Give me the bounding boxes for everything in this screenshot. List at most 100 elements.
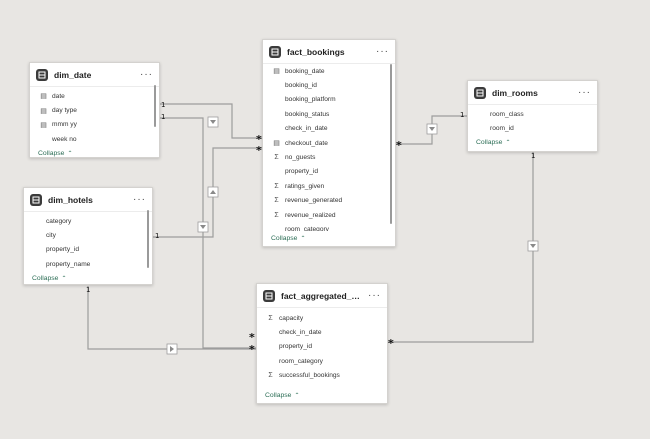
more-options-icon[interactable]: ··· bbox=[578, 87, 591, 98]
cardinality-many: * bbox=[396, 139, 402, 152]
table-header[interactable]: fact_aggregated_booki... ··· bbox=[257, 284, 387, 308]
field-name: room_id bbox=[490, 125, 514, 133]
field-name: city bbox=[46, 232, 56, 240]
scrollbar[interactable] bbox=[154, 85, 156, 127]
calendar-icon: ▤ bbox=[40, 93, 47, 101]
field-name: room_category bbox=[285, 225, 329, 231]
collapse-button[interactable]: Collapse ⌃ bbox=[257, 389, 387, 403]
field-name: booking_status bbox=[285, 110, 330, 118]
field-name: revenue_realized bbox=[285, 211, 336, 219]
calendar-icon: ▤ bbox=[40, 107, 47, 115]
table-header[interactable]: dim_rooms ··· bbox=[468, 81, 597, 105]
collapse-label: Collapse bbox=[32, 275, 59, 283]
field-row[interactable]: ·category bbox=[24, 214, 152, 228]
collapse-button[interactable]: Collapse ⌃ bbox=[30, 147, 159, 157]
table-icon bbox=[263, 289, 275, 302]
field-row[interactable]: ·city bbox=[24, 228, 152, 242]
cardinality-one: 1 bbox=[161, 101, 166, 109]
field-row[interactable]: ·check_in_date bbox=[257, 325, 387, 339]
cardinality-one: 1 bbox=[460, 111, 465, 119]
sigma-icon: Σ bbox=[268, 372, 273, 380]
table-card-dim-rooms[interactable]: dim_rooms ··· ·room_class·room_id Collap… bbox=[467, 80, 598, 152]
relationship-date-to-aggregated[interactable] bbox=[160, 117, 256, 349]
table-card-dim-date[interactable]: dim_date ··· ▤ date ▤ day type ▤ mmm yy ·week … bbox=[29, 62, 160, 158]
field-name: room_category bbox=[279, 357, 323, 365]
field-row[interactable]: ·room_category bbox=[257, 354, 387, 368]
field-row[interactable]: Σsuccessful_bookings bbox=[257, 369, 387, 383]
field-row[interactable]: ·room_category bbox=[263, 222, 395, 231]
field-name: day type bbox=[52, 107, 77, 115]
field-row[interactable]: ·check_in_date bbox=[263, 122, 395, 136]
field-name: date bbox=[52, 92, 65, 100]
field-row[interactable]: ▤ day type bbox=[30, 103, 159, 117]
relationship-rooms-to-aggregated[interactable] bbox=[388, 152, 534, 343]
chevron-up-icon: ⌃ bbox=[505, 140, 511, 147]
scrollbar[interactable] bbox=[390, 64, 392, 224]
field-row[interactable]: ·property_id bbox=[257, 340, 387, 354]
more-options-icon[interactable]: ··· bbox=[133, 194, 146, 205]
field-row[interactable]: Σrevenue_generated bbox=[263, 194, 395, 208]
field-row[interactable]: ·property_name bbox=[24, 257, 152, 271]
table-header[interactable]: fact_bookings ··· bbox=[263, 40, 395, 64]
table-card-dim-hotels[interactable]: dim_hotels ··· ·category·city·property_i… bbox=[23, 187, 153, 285]
field-row[interactable]: ▤ mmm yy bbox=[30, 118, 159, 132]
collapse-label: Collapse bbox=[476, 139, 503, 147]
field-row[interactable]: ▤ checkout_date bbox=[263, 136, 395, 150]
field-name: property_name bbox=[46, 260, 91, 268]
field-row[interactable]: ·booking_id bbox=[263, 78, 395, 92]
field-name: no_guests bbox=[285, 154, 316, 162]
sigma-icon: Σ bbox=[274, 182, 279, 190]
field-row[interactable]: ·property_id bbox=[24, 243, 152, 257]
table-header[interactable]: dim_date ··· bbox=[30, 63, 159, 87]
relationship-hotels-to-aggregated[interactable] bbox=[87, 286, 256, 350]
calendar-icon: ▤ bbox=[273, 140, 280, 148]
cardinality-many: * bbox=[256, 144, 262, 157]
field-row[interactable]: ▤ booking_date bbox=[263, 64, 395, 78]
field-row[interactable]: Σratings_given bbox=[263, 179, 395, 193]
table-icon bbox=[30, 193, 42, 206]
table-card-fact-bookings[interactable]: fact_bookings ··· ▤ booking_date ·booking_… bbox=[262, 39, 396, 247]
field-name: ratings_given bbox=[285, 182, 325, 190]
more-options-icon[interactable]: ··· bbox=[368, 290, 381, 301]
field-name: booking_platform bbox=[285, 96, 336, 104]
more-options-icon[interactable]: ··· bbox=[376, 46, 389, 57]
table-header[interactable]: dim_hotels ··· bbox=[24, 188, 152, 212]
field-row[interactable]: ·property_id bbox=[263, 165, 395, 179]
field-row[interactable]: ·room_class bbox=[468, 107, 597, 121]
collapse-button[interactable]: Collapse ⌃ bbox=[263, 231, 395, 245]
field-name: revenue_generated bbox=[285, 197, 343, 205]
table-title: dim_hotels bbox=[48, 194, 93, 205]
field-row[interactable]: ·booking_status bbox=[263, 107, 395, 121]
scrollbar[interactable] bbox=[147, 210, 149, 268]
field-row[interactable]: Σno_guests bbox=[263, 150, 395, 164]
collapse-button[interactable]: Collapse ⌃ bbox=[468, 136, 597, 150]
sigma-icon: Σ bbox=[274, 197, 279, 205]
table-title: dim_date bbox=[54, 69, 92, 80]
chevron-up-icon: ⌃ bbox=[294, 393, 300, 400]
field-name: booking_date bbox=[285, 67, 325, 75]
cardinality-one: 1 bbox=[155, 232, 160, 240]
chevron-up-icon: ⌃ bbox=[61, 276, 67, 283]
more-options-icon[interactable]: ··· bbox=[140, 69, 153, 80]
field-list: Σcapacity·check_in_date·property_id·room… bbox=[257, 308, 387, 389]
cardinality-many: * bbox=[388, 337, 394, 350]
cardinality-one: 1 bbox=[86, 286, 91, 294]
field-row[interactable]: Σcapacity bbox=[257, 311, 387, 325]
collapse-button[interactable]: Collapse ⌃ bbox=[24, 272, 152, 284]
collapse-label: Collapse bbox=[271, 234, 298, 242]
field-row[interactable]: ·booking_platform bbox=[263, 93, 395, 107]
table-card-fact-aggregated-bookings[interactable]: fact_aggregated_booki... ··· Σcapacity·c… bbox=[256, 283, 388, 404]
field-name: booking_id bbox=[285, 82, 317, 90]
field-list: ·room_class·room_id bbox=[468, 105, 597, 136]
field-row[interactable]: ▤ date bbox=[30, 89, 159, 103]
field-row[interactable]: ·room_id bbox=[468, 121, 597, 135]
table-icon bbox=[269, 45, 281, 58]
field-name: property_id bbox=[46, 246, 79, 254]
cardinality-one: 1 bbox=[531, 152, 536, 160]
field-row[interactable]: ·week no bbox=[30, 132, 159, 146]
field-list: ·category·city·property_id·property_name bbox=[24, 212, 152, 272]
field-name: check_in_date bbox=[285, 125, 328, 133]
field-row[interactable]: Σrevenue_realized bbox=[263, 208, 395, 222]
field-name: successful_bookings bbox=[279, 372, 340, 380]
field-name: mmm yy bbox=[52, 121, 77, 129]
